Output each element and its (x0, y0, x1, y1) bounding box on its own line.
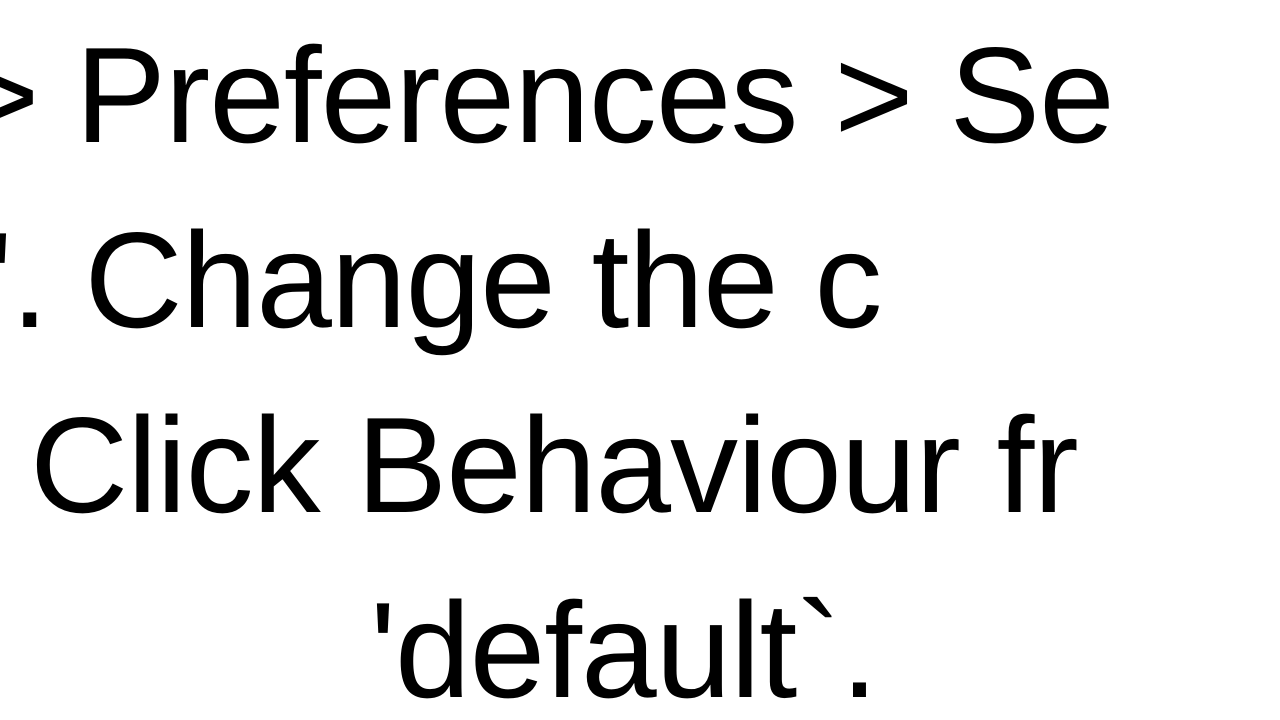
text-line-4: 'default`. (370, 565, 1280, 720)
text-line-3: Click Behaviour fr (30, 380, 1280, 550)
document-text-block: > Preferences > Se our". Change the c Cl… (0, 0, 1280, 720)
text-line-2: our". Change the c (0, 195, 1280, 365)
text-line-1: > Preferences > Se (0, 10, 1280, 180)
